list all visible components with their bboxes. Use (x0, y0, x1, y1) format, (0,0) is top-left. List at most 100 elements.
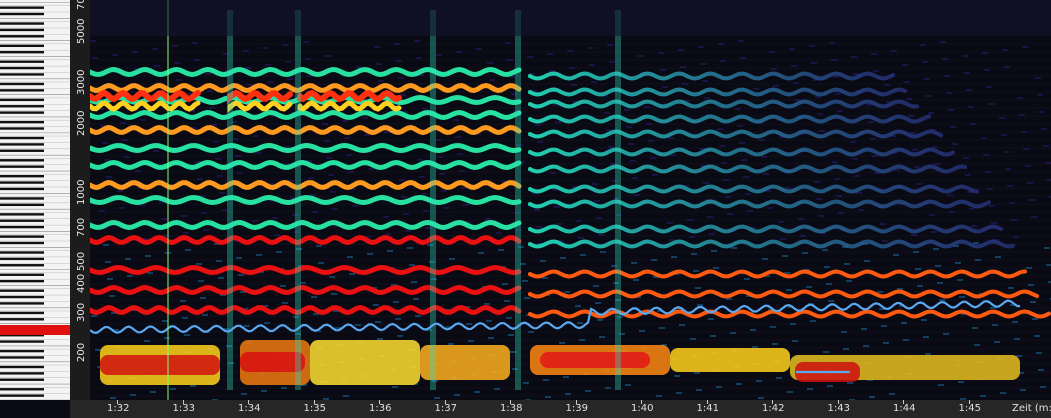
noise-speck (833, 76, 839, 78)
black-key[interactable] (0, 264, 44, 267)
noise-speck (455, 136, 461, 138)
black-key[interactable] (0, 159, 44, 162)
black-key[interactable] (0, 318, 44, 321)
noise-speck (387, 250, 393, 252)
time-label: 1:43 (827, 403, 850, 414)
black-key[interactable] (0, 143, 44, 146)
noise-speck (1022, 46, 1028, 48)
noise-speck (689, 236, 695, 238)
noise-speck (922, 61, 928, 63)
energy-block (540, 352, 650, 368)
black-key[interactable] (0, 273, 44, 276)
noise-speck (506, 317, 512, 319)
harmonic-band (87, 304, 522, 316)
noise-speck (468, 340, 474, 342)
frequency-label: 200 (76, 343, 87, 363)
noise-speck (374, 46, 380, 48)
black-key[interactable] (0, 251, 44, 254)
black-key[interactable] (0, 187, 44, 191)
noise-speck (995, 256, 1001, 258)
noise-speck (837, 110, 843, 112)
noise-speck (740, 57, 746, 59)
black-key[interactable] (0, 349, 44, 353)
black-key[interactable] (0, 213, 44, 216)
noise-speck (536, 226, 542, 228)
black-key[interactable] (0, 279, 44, 283)
black-key[interactable] (0, 66, 44, 70)
noise-speck (889, 393, 895, 395)
noise-speck (99, 210, 105, 212)
black-key[interactable] (0, 203, 44, 207)
black-key[interactable] (0, 311, 44, 315)
piano-keys[interactable] (0, 0, 70, 400)
noise-speck (926, 95, 932, 97)
black-key[interactable] (0, 340, 44, 343)
frequency-label: 500 (76, 251, 87, 271)
black-key[interactable] (0, 105, 44, 108)
black-key[interactable] (0, 22, 44, 25)
black-key[interactable] (0, 44, 44, 48)
black-key[interactable] (0, 295, 44, 299)
noise-speck (902, 64, 908, 66)
noise-speck (407, 247, 413, 249)
noise-speck (147, 272, 153, 274)
noise-speck (626, 126, 632, 128)
noise-speck (806, 286, 812, 288)
black-key[interactable] (0, 35, 44, 38)
black-key[interactable] (0, 175, 44, 178)
noise-speck (625, 384, 631, 386)
black-key[interactable] (0, 82, 44, 86)
noise-speck (671, 256, 677, 258)
noise-speck (1002, 49, 1008, 51)
noise-speck (994, 341, 1000, 343)
black-key[interactable] (0, 6, 44, 9)
black-key[interactable] (0, 289, 44, 292)
black-key[interactable] (0, 127, 44, 130)
black-key[interactable] (0, 89, 44, 92)
black-key[interactable] (0, 136, 44, 140)
time-label: 1:44 (893, 403, 916, 414)
black-key[interactable] (0, 181, 44, 184)
black-key[interactable] (0, 356, 44, 359)
black-key[interactable] (0, 365, 44, 369)
black-key[interactable] (0, 98, 44, 102)
black-key[interactable] (0, 372, 44, 375)
black-key[interactable] (0, 257, 44, 261)
black-key[interactable] (0, 50, 44, 54)
black-key[interactable] (0, 219, 44, 222)
black-key[interactable] (0, 241, 44, 245)
noise-speck (243, 50, 249, 52)
noise-speck (972, 327, 978, 329)
noise-speck (201, 212, 207, 214)
black-key[interactable] (0, 165, 44, 168)
black-key[interactable] (0, 235, 44, 238)
black-key[interactable] (0, 60, 44, 63)
spectrogram-canvas[interactable] (87, 0, 1051, 401)
noise-speck (263, 47, 269, 49)
black-key[interactable] (0, 394, 44, 397)
black-key[interactable] (0, 378, 44, 381)
time-axis[interactable]: Zeit (m:s) 1:32 1:33 1:34 1:35 1:36 1:37 1:38 1… (70, 400, 1051, 418)
black-key[interactable] (0, 12, 44, 16)
noise-speck (197, 178, 203, 180)
black-key[interactable] (0, 28, 44, 32)
black-key[interactable] (0, 302, 44, 305)
piano-keyboard[interactable] (0, 0, 70, 400)
black-key[interactable] (0, 111, 44, 114)
frequency-label: 2000 (76, 110, 87, 136)
noise-speck (916, 183, 922, 185)
noise-speck (423, 210, 429, 212)
black-key[interactable] (0, 120, 44, 124)
black-key[interactable] (0, 73, 44, 76)
black-key[interactable] (0, 197, 44, 200)
black-key[interactable] (0, 225, 44, 229)
black-key[interactable] (0, 149, 44, 152)
black-key[interactable] (0, 388, 44, 391)
spectrogram-plot[interactable] (87, 0, 1051, 401)
noise-speck (522, 280, 528, 282)
noise-speck (720, 60, 726, 62)
noise-speck (680, 66, 686, 68)
noise-speck (589, 64, 595, 66)
noise-speck (911, 234, 917, 236)
noise-speck (863, 345, 869, 347)
